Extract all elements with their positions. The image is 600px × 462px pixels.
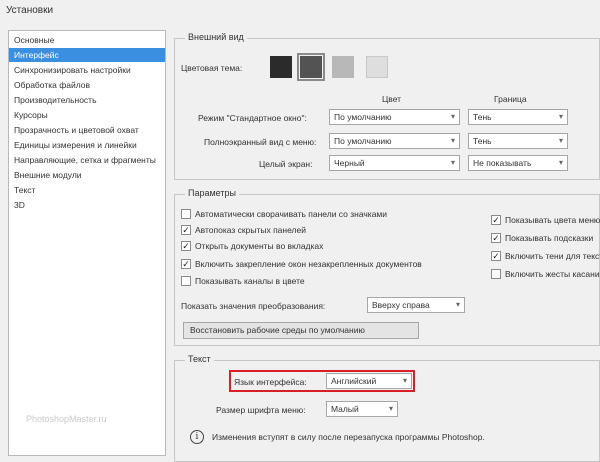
- checkbox-label: Автопоказ скрытых панелей: [195, 225, 306, 235]
- sidebar-item-3d[interactable]: 3D: [9, 198, 165, 212]
- checkbox-box[interactable]: ✓: [181, 241, 191, 251]
- checkbox-box[interactable]: ✓: [181, 225, 191, 235]
- fullscreen-menu-label: Полноэкранный вид с меню:: [204, 137, 317, 147]
- transform-values-value: Вверху справа: [372, 300, 430, 310]
- chevron-down-icon: ▾: [388, 404, 393, 413]
- fullscreen-menu-border-value: Тень: [473, 136, 492, 146]
- text-legend: Текст: [185, 354, 214, 364]
- column-header-border: Граница: [494, 94, 527, 104]
- options-legend: Параметры: [185, 188, 239, 198]
- text-drop-shadows-checkbox[interactable]: ✓ Включить тени для текста: [491, 250, 600, 264]
- standard-mode-border-value: Тень: [473, 112, 492, 122]
- ui-language-label: Язык интерфейса:: [234, 377, 307, 387]
- sidebar-nav: Основные Интерфейс Синхронизировать наст…: [8, 30, 166, 456]
- info-icon: i: [190, 430, 204, 444]
- sidebar-item-cursors[interactable]: Курсоры: [9, 108, 165, 122]
- standard-mode-label: Режим "Стандартное окно":: [198, 113, 307, 123]
- watermark: PhotoshopMaster.ru: [26, 414, 107, 424]
- checkbox-box[interactable]: [181, 276, 191, 286]
- fullscreen-menu-border-select[interactable]: Тень ▾: [468, 133, 568, 149]
- ui-language-select[interactable]: Английский ▾: [326, 373, 412, 389]
- touch-gestures-checkbox[interactable]: Включить жесты касания: [491, 268, 600, 282]
- window-titlebar: Установки: [0, 0, 600, 22]
- menu-colors-checkbox[interactable]: ✓ Показывать цвета меню: [491, 214, 600, 228]
- sidebar-item-units[interactable]: Единицы измерения и линейки: [9, 138, 165, 152]
- standard-mode-border-select[interactable]: Тень ▾: [468, 109, 568, 125]
- checkbox-label: Показывать цвета меню: [505, 215, 600, 225]
- fullscreen-border-value: Не показывать: [473, 158, 532, 168]
- restart-notice: Изменения вступят в силу после перезапус…: [212, 432, 485, 442]
- sidebar-item-general[interactable]: Основные: [9, 33, 165, 47]
- checkbox-box[interactable]: ✓: [491, 233, 501, 243]
- checkbox-box[interactable]: [181, 209, 191, 219]
- restore-workspaces-button[interactable]: Восстановить рабочие среды по умолчанию: [183, 322, 419, 339]
- chevron-down-icon: ▾: [450, 158, 455, 167]
- sidebar-item-interface[interactable]: Интерфейс: [9, 48, 165, 62]
- sidebar-item-performance[interactable]: Производительность: [9, 93, 165, 107]
- sidebar-item-plugins[interactable]: Внешние модули: [9, 168, 165, 182]
- fullscreen-color-value: Черный: [334, 158, 365, 168]
- chevron-down-icon: ▾: [450, 112, 455, 121]
- theme-swatch-darkest[interactable]: [270, 56, 292, 78]
- fullscreen-color-select[interactable]: Черный ▾: [329, 155, 460, 171]
- chevron-down-icon: ▾: [558, 112, 563, 121]
- checkbox-box[interactable]: ✓: [491, 215, 501, 225]
- chevron-down-icon: ▾: [455, 300, 460, 309]
- column-header-color: Цвет: [382, 94, 402, 104]
- chevron-down-icon: ▾: [558, 136, 563, 145]
- appearance-legend: Внешний вид: [185, 32, 247, 42]
- standard-mode-color-value: По умолчанию: [334, 112, 392, 122]
- sidebar-item-file-handling[interactable]: Обработка файлов: [9, 78, 165, 92]
- checkbox-label: Открыть документы во вкладках: [195, 241, 324, 251]
- fullscreen-menu-color-select[interactable]: По умолчанию ▾: [329, 133, 460, 149]
- menu-font-size-value: Малый: [331, 404, 359, 414]
- chevron-down-icon: ▾: [402, 376, 407, 385]
- checkbox-label: Автоматически сворачивать панели со знач…: [195, 209, 388, 219]
- checkbox-label: Включить жесты касания: [505, 269, 600, 279]
- checkbox-label: Включить закрепление окон незакрепленных…: [195, 259, 422, 269]
- standard-mode-color-select[interactable]: По умолчанию ▾: [329, 109, 460, 125]
- checkbox-label: Показывать подсказки: [505, 233, 594, 243]
- checkbox-label: Включить тени для текста: [505, 251, 600, 261]
- window-title: Установки: [6, 5, 54, 16]
- checkbox-box[interactable]: ✓: [181, 259, 191, 269]
- chevron-down-icon: ▾: [450, 136, 455, 145]
- checkbox-box[interactable]: ✓: [491, 251, 501, 261]
- fullscreen-label: Целый экран:: [259, 159, 313, 169]
- theme-swatch-dark[interactable]: [297, 53, 325, 81]
- sidebar-item-guides[interactable]: Направляющие, сетка и фрагменты: [9, 153, 165, 167]
- color-theme-label: Цветовая тема:: [181, 63, 243, 73]
- menu-font-size-label: Размер шрифта меню:: [216, 405, 306, 415]
- fullscreen-menu-color-value: По умолчанию: [334, 136, 392, 146]
- sidebar-item-transparency[interactable]: Прозрачность и цветовой охват: [9, 123, 165, 137]
- menu-font-size-select[interactable]: Малый ▾: [326, 401, 398, 417]
- transform-values-select[interactable]: Вверху справа ▾: [367, 297, 465, 313]
- sidebar-item-type[interactable]: Текст: [9, 183, 165, 197]
- transform-values-label: Показать значения преобразования:: [181, 301, 326, 311]
- chevron-down-icon: ▾: [558, 158, 563, 167]
- sidebar-item-sync[interactable]: Синхронизировать настройки: [9, 63, 165, 77]
- tooltips-checkbox[interactable]: ✓ Показывать подсказки: [491, 232, 600, 246]
- checkbox-box[interactable]: [491, 269, 501, 279]
- fullscreen-border-select[interactable]: Не показывать ▾: [468, 155, 568, 171]
- theme-swatch-light[interactable]: [366, 56, 388, 78]
- ui-language-value: Английский: [331, 376, 377, 386]
- checkbox-label: Показывать каналы в цвете: [195, 276, 305, 286]
- theme-swatch-medium[interactable]: [332, 56, 354, 78]
